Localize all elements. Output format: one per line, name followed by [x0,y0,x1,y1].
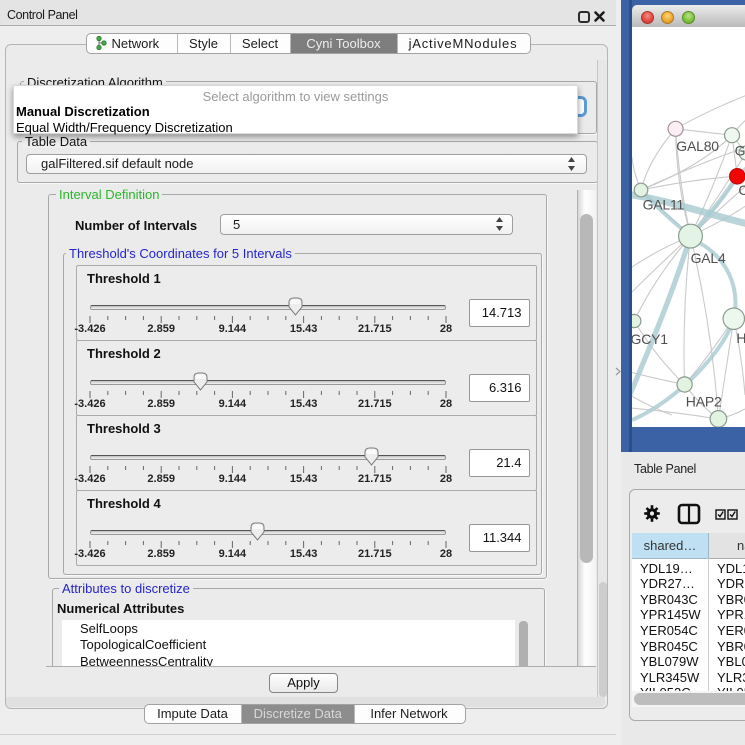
svg-text:GAL11: GAL11 [643,197,685,213]
svg-text:C: C [738,182,745,198]
svg-text:G.: G. [735,143,745,159]
svg-text:GCY1: GCY1 [632,331,668,347]
svg-text:HAP2: HAP2 [686,394,722,410]
svg-text:GAL80: GAL80 [676,138,719,154]
svg-text:GAL4: GAL4 [691,250,726,266]
svg-text:H: H [736,330,745,346]
